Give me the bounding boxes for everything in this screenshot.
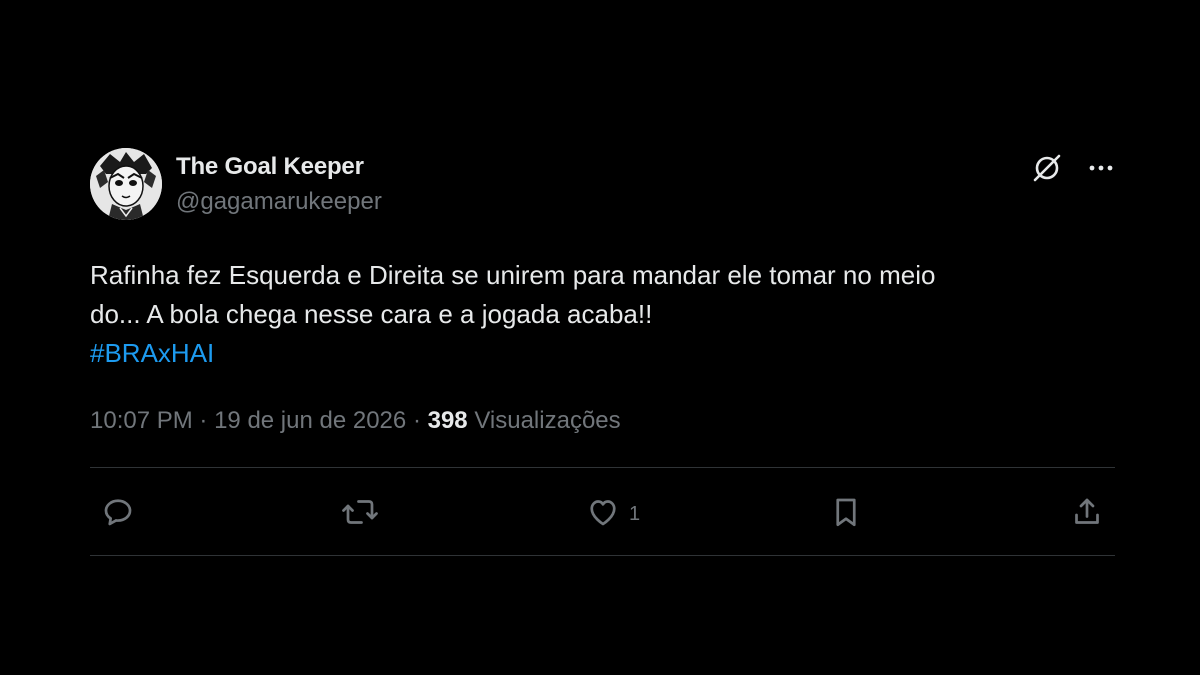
author-handle[interactable]: @gagamarukeeper bbox=[176, 186, 382, 218]
retweet-button[interactable] bbox=[340, 494, 380, 535]
reply-icon bbox=[100, 494, 136, 535]
tweet-text-line: Rafinha fez Esquerda e Direita se unirem… bbox=[90, 260, 936, 290]
author-block: The Goal Keeper @gagamarukeeper bbox=[176, 152, 382, 218]
grok-icon[interactable] bbox=[1031, 152, 1063, 184]
share-button[interactable] bbox=[1069, 494, 1105, 535]
tweet-text-line: do... A bola chega nesse cara e a jogada… bbox=[90, 299, 653, 329]
meta-separator: · bbox=[199, 407, 208, 434]
divider bbox=[90, 555, 1115, 556]
avatar-illustration bbox=[90, 148, 162, 220]
author-display-name[interactable]: The Goal Keeper bbox=[176, 152, 382, 182]
retweet-icon bbox=[340, 494, 380, 535]
tweet-text: Rafinha fez Esquerda e Direita se unirem… bbox=[90, 256, 1115, 373]
heart-icon bbox=[585, 494, 621, 535]
views-label: Visualizações bbox=[474, 407, 621, 434]
tweet: The Goal Keeper @gagamarukeeper Rafinha … bbox=[90, 148, 1115, 556]
share-icon bbox=[1069, 494, 1105, 535]
meta-separator: · bbox=[412, 407, 421, 434]
header-actions bbox=[1031, 152, 1115, 184]
tweet-date[interactable]: 19 de jun de 2026 bbox=[214, 407, 406, 434]
tweet-time[interactable]: 10:07 PM bbox=[90, 407, 193, 434]
avatar[interactable] bbox=[90, 148, 162, 220]
views-count: 398 bbox=[427, 407, 468, 434]
tweet-screenshot: The Goal Keeper @gagamarukeeper Rafinha … bbox=[0, 0, 1200, 675]
tweet-header: The Goal Keeper @gagamarukeeper bbox=[90, 148, 1115, 222]
bookmark-button[interactable] bbox=[828, 494, 864, 535]
reply-button[interactable] bbox=[100, 494, 136, 535]
bookmark-icon bbox=[828, 494, 864, 535]
like-button[interactable]: 1 bbox=[585, 494, 640, 535]
like-count: 1 bbox=[629, 503, 641, 525]
tweet-actions: 1 bbox=[90, 468, 1115, 555]
tweet-meta: 10:07 PM · 19 de jun de 2026 · 398 Visua… bbox=[90, 405, 1115, 437]
more-icon[interactable] bbox=[1087, 154, 1115, 182]
hashtag-link[interactable]: #BRAxHAI bbox=[90, 334, 214, 373]
